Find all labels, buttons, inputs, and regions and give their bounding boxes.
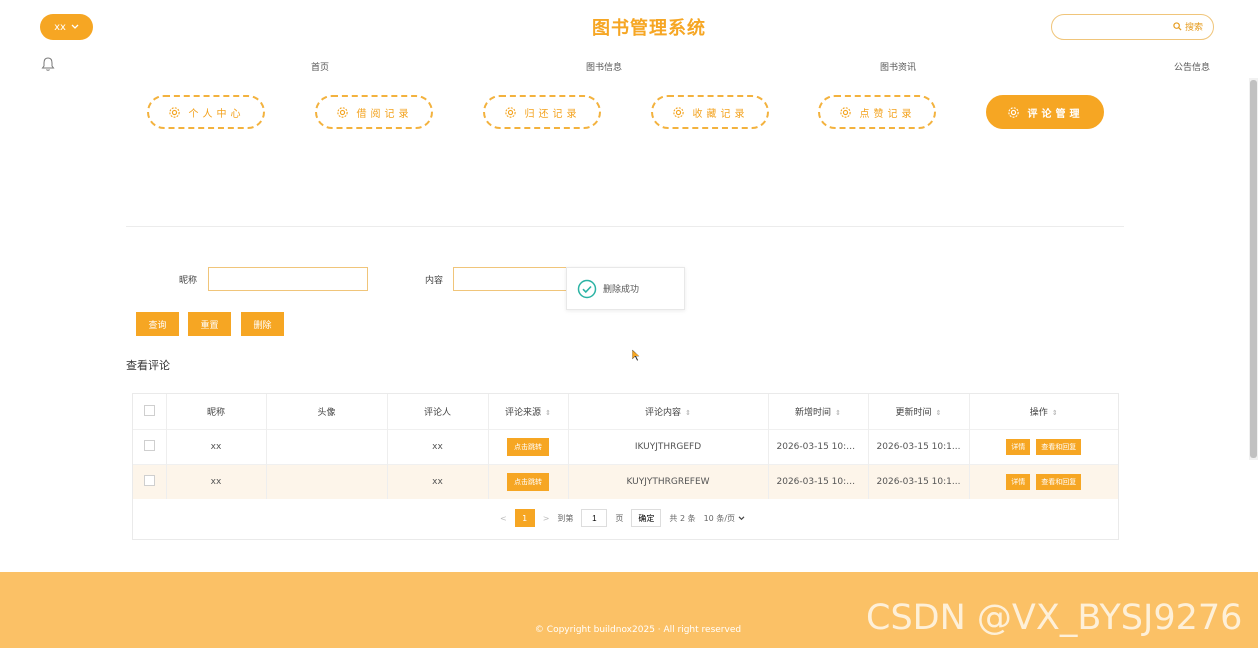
menu-favorite-records[interactable]: 收藏记录 (651, 95, 769, 129)
cell-updated: 2026-03-15 10:1... (868, 429, 970, 465)
chevron-down-icon (738, 515, 745, 520)
mouse-cursor-icon (631, 348, 641, 362)
gear-icon (839, 106, 851, 118)
gear-icon (672, 106, 684, 118)
detail-button[interactable]: 详情 (1006, 474, 1031, 490)
menu-label: 借阅记录 (356, 108, 413, 120)
nickname-input[interactable] (208, 267, 368, 291)
jump-button[interactable]: 点击跳转 (507, 473, 549, 491)
cell-commenter: xx (387, 429, 489, 465)
cell-content: KUYJYTHRGREFEW (568, 464, 769, 499)
cell-updated: 2026-03-15 10:1... (868, 464, 970, 499)
row-checkbox[interactable] (143, 440, 155, 451)
watermark-text: CSDN @VX_BYSJ9276 (866, 598, 1243, 638)
goto-label: 到第 (557, 513, 574, 523)
page-1-button[interactable]: 1 (514, 509, 535, 527)
menu-borrow-records[interactable]: 借阅记录 (315, 95, 433, 129)
content-label: 内容 (425, 276, 444, 286)
cell-created: 2026-03-15 10:1... (768, 429, 869, 465)
cell-avatar (266, 429, 388, 465)
col-created-label: 新增时间 (795, 408, 832, 418)
view-reply-button[interactable]: 查看和回复 (1036, 474, 1082, 490)
nickname-label: 昵称 (179, 276, 198, 286)
nav-notice[interactable]: 公告信息 (1174, 60, 1210, 73)
row-checkbox[interactable] (143, 475, 155, 486)
gear-icon (168, 106, 180, 118)
delete-button[interactable]: 删除 (241, 312, 284, 336)
col-avatar: 头像 (266, 394, 388, 430)
search-label: 搜索 (1184, 23, 1203, 33)
goto-page-input[interactable] (581, 509, 608, 527)
col-content[interactable]: 评论内容 ⇕ (568, 394, 769, 430)
query-button[interactable]: 查询 (136, 312, 179, 336)
total-count: 共 2 条 (669, 513, 696, 523)
cell-created: 2026-03-15 10:1... (768, 464, 869, 499)
cell-avatar (266, 464, 388, 499)
page-size-select[interactable]: 10 条/页 (704, 509, 745, 527)
menu-label: 评论管理 (1027, 108, 1084, 120)
page-unit-label: 页 (615, 513, 624, 523)
page-size-value: 10 条/页 (703, 513, 736, 523)
menu-label: 收藏记录 (692, 108, 749, 120)
prev-page-button[interactable]: < (500, 514, 507, 523)
gear-icon (504, 106, 516, 118)
divider (126, 226, 1124, 227)
sort-icon[interactable]: ⇕ (1052, 409, 1058, 417)
goto-confirm-button[interactable]: 确定 (631, 509, 662, 527)
col-nickname: 昵称 (166, 394, 267, 430)
jump-button[interactable]: 点击跳转 (507, 438, 549, 456)
section-title: 查看评论 (126, 359, 170, 372)
menu-personal-center[interactable]: 个人中心 (147, 95, 265, 129)
search-button[interactable]: 搜索 (1173, 20, 1203, 33)
cell-nickname: xx (166, 429, 267, 465)
nav-home[interactable]: 首页 (311, 60, 329, 73)
nav-book-info[interactable]: 图书信息 (586, 60, 622, 73)
menu-like-records[interactable]: 点赞记录 (818, 95, 936, 129)
detail-button[interactable]: 详情 (1006, 439, 1031, 455)
gear-icon (336, 106, 348, 118)
menu-label: 归还记录 (524, 108, 581, 120)
menu-return-records[interactable]: 归还记录 (483, 95, 601, 129)
col-commenter: 评论人 (387, 394, 489, 430)
menu-label: 点赞记录 (859, 108, 916, 120)
col-updated-label: 更新时间 (895, 408, 932, 418)
search-box[interactable]: 搜索 (1051, 14, 1214, 40)
gear-icon (1007, 106, 1019, 118)
col-content-label: 评论内容 (645, 408, 682, 418)
cell-content: IKUYJTHRGEFD (568, 429, 769, 465)
col-actions[interactable]: 操作 ⇕ (969, 394, 1118, 430)
search-icon (1173, 22, 1182, 31)
col-source[interactable]: 评论来源 ⇕ (488, 394, 569, 430)
toast-message: 删除成功 (566, 267, 685, 310)
view-reply-button[interactable]: 查看和回复 (1036, 439, 1082, 455)
menu-comment-management[interactable]: 评论管理 (986, 95, 1104, 129)
sort-icon[interactable]: ⇕ (685, 409, 691, 417)
nav-book-news[interactable]: 图书资讯 (880, 60, 916, 73)
menu-label: 个人中心 (188, 108, 245, 120)
reset-button[interactable]: 重置 (188, 312, 231, 336)
table-row: xx xx 点击跳转 KUYJYTHRGREFEW 2026-03-15 10:… (133, 464, 1118, 499)
col-actions-label: 操作 (1029, 408, 1048, 418)
next-page-button[interactable]: > (543, 514, 550, 523)
cell-commenter: xx (387, 464, 489, 499)
col-source-label: 评论来源 (505, 408, 542, 418)
toast-text: 删除成功 (603, 285, 640, 295)
bell-icon[interactable] (40, 56, 56, 72)
sort-icon[interactable]: ⇕ (835, 409, 841, 417)
pagination: < 1 > 到第 页 确定 共 2 条 10 条/页 (500, 509, 745, 527)
table-header-row: 昵称 头像 评论人 评论来源 ⇕ 评论内容 ⇕ 新增时间 ⇕ 更新时间 ⇕ 操作 ⇕ (133, 394, 1118, 430)
sort-icon[interactable]: ⇕ (936, 409, 942, 417)
check-circle-icon (577, 279, 597, 298)
select-all-checkbox[interactable] (143, 404, 155, 416)
cell-nickname: xx (166, 464, 267, 499)
sort-icon[interactable]: ⇕ (545, 409, 551, 417)
col-created[interactable]: 新增时间 ⇕ (768, 394, 869, 430)
col-updated[interactable]: 更新时间 ⇕ (868, 394, 970, 430)
scrollbar-thumb[interactable] (1250, 80, 1257, 458)
table-row: xx xx 点击跳转 IKUYJTHRGEFD 2026-03-15 10:1.… (133, 429, 1118, 465)
